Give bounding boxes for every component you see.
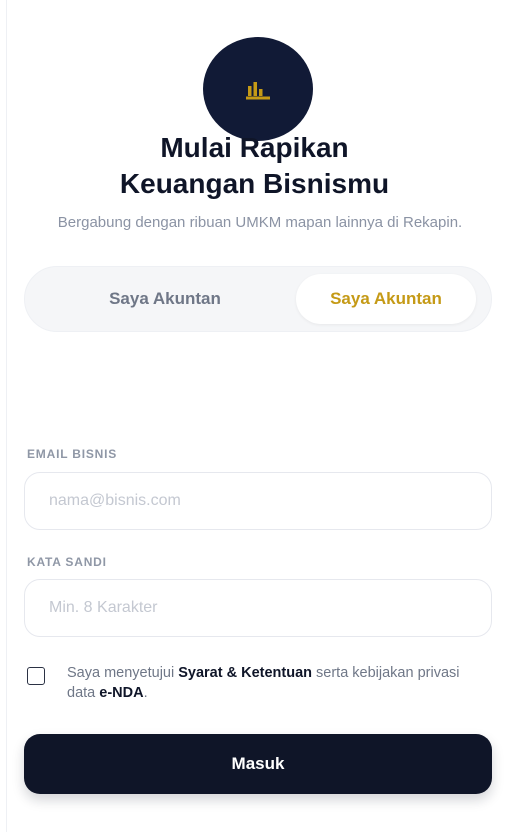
password-input[interactable] [24,579,492,637]
email-input[interactable] [24,472,492,530]
role-toggle: Saya Akuntan Saya Akuntan [24,266,492,332]
consent-suffix: . [143,685,148,701]
terms-link[interactable]: Syarat & Ketentuan [178,665,312,681]
title-line-2: Keuangan Bisnismu [119,168,390,199]
left-edge-divider [6,0,7,832]
page-subtitle: Bergabung dengan ribuan UMKM mapan lainn… [57,214,463,231]
role-option-2[interactable]: Saya Akuntan [296,274,476,324]
consent-text: Saya menyetujui Syarat & Ketentuan serta… [67,663,487,703]
title-line-1: Mulai Rapikan [160,132,349,163]
password-label: KATA SANDI [27,555,107,569]
consent-checkbox[interactable] [27,667,45,685]
consent-prefix: Saya menyetujui [67,665,175,681]
app-logo [203,37,313,141]
email-label: EMAIL BISNIS [27,447,118,461]
nda-link[interactable]: e-NDA [99,685,143,701]
bar-chart-icon [246,82,270,100]
page-title: Mulai Rapikan Keuangan Bisnismu [0,130,509,202]
login-button[interactable]: Masuk [24,734,492,794]
role-option-1[interactable]: Saya Akuntan [75,274,255,324]
